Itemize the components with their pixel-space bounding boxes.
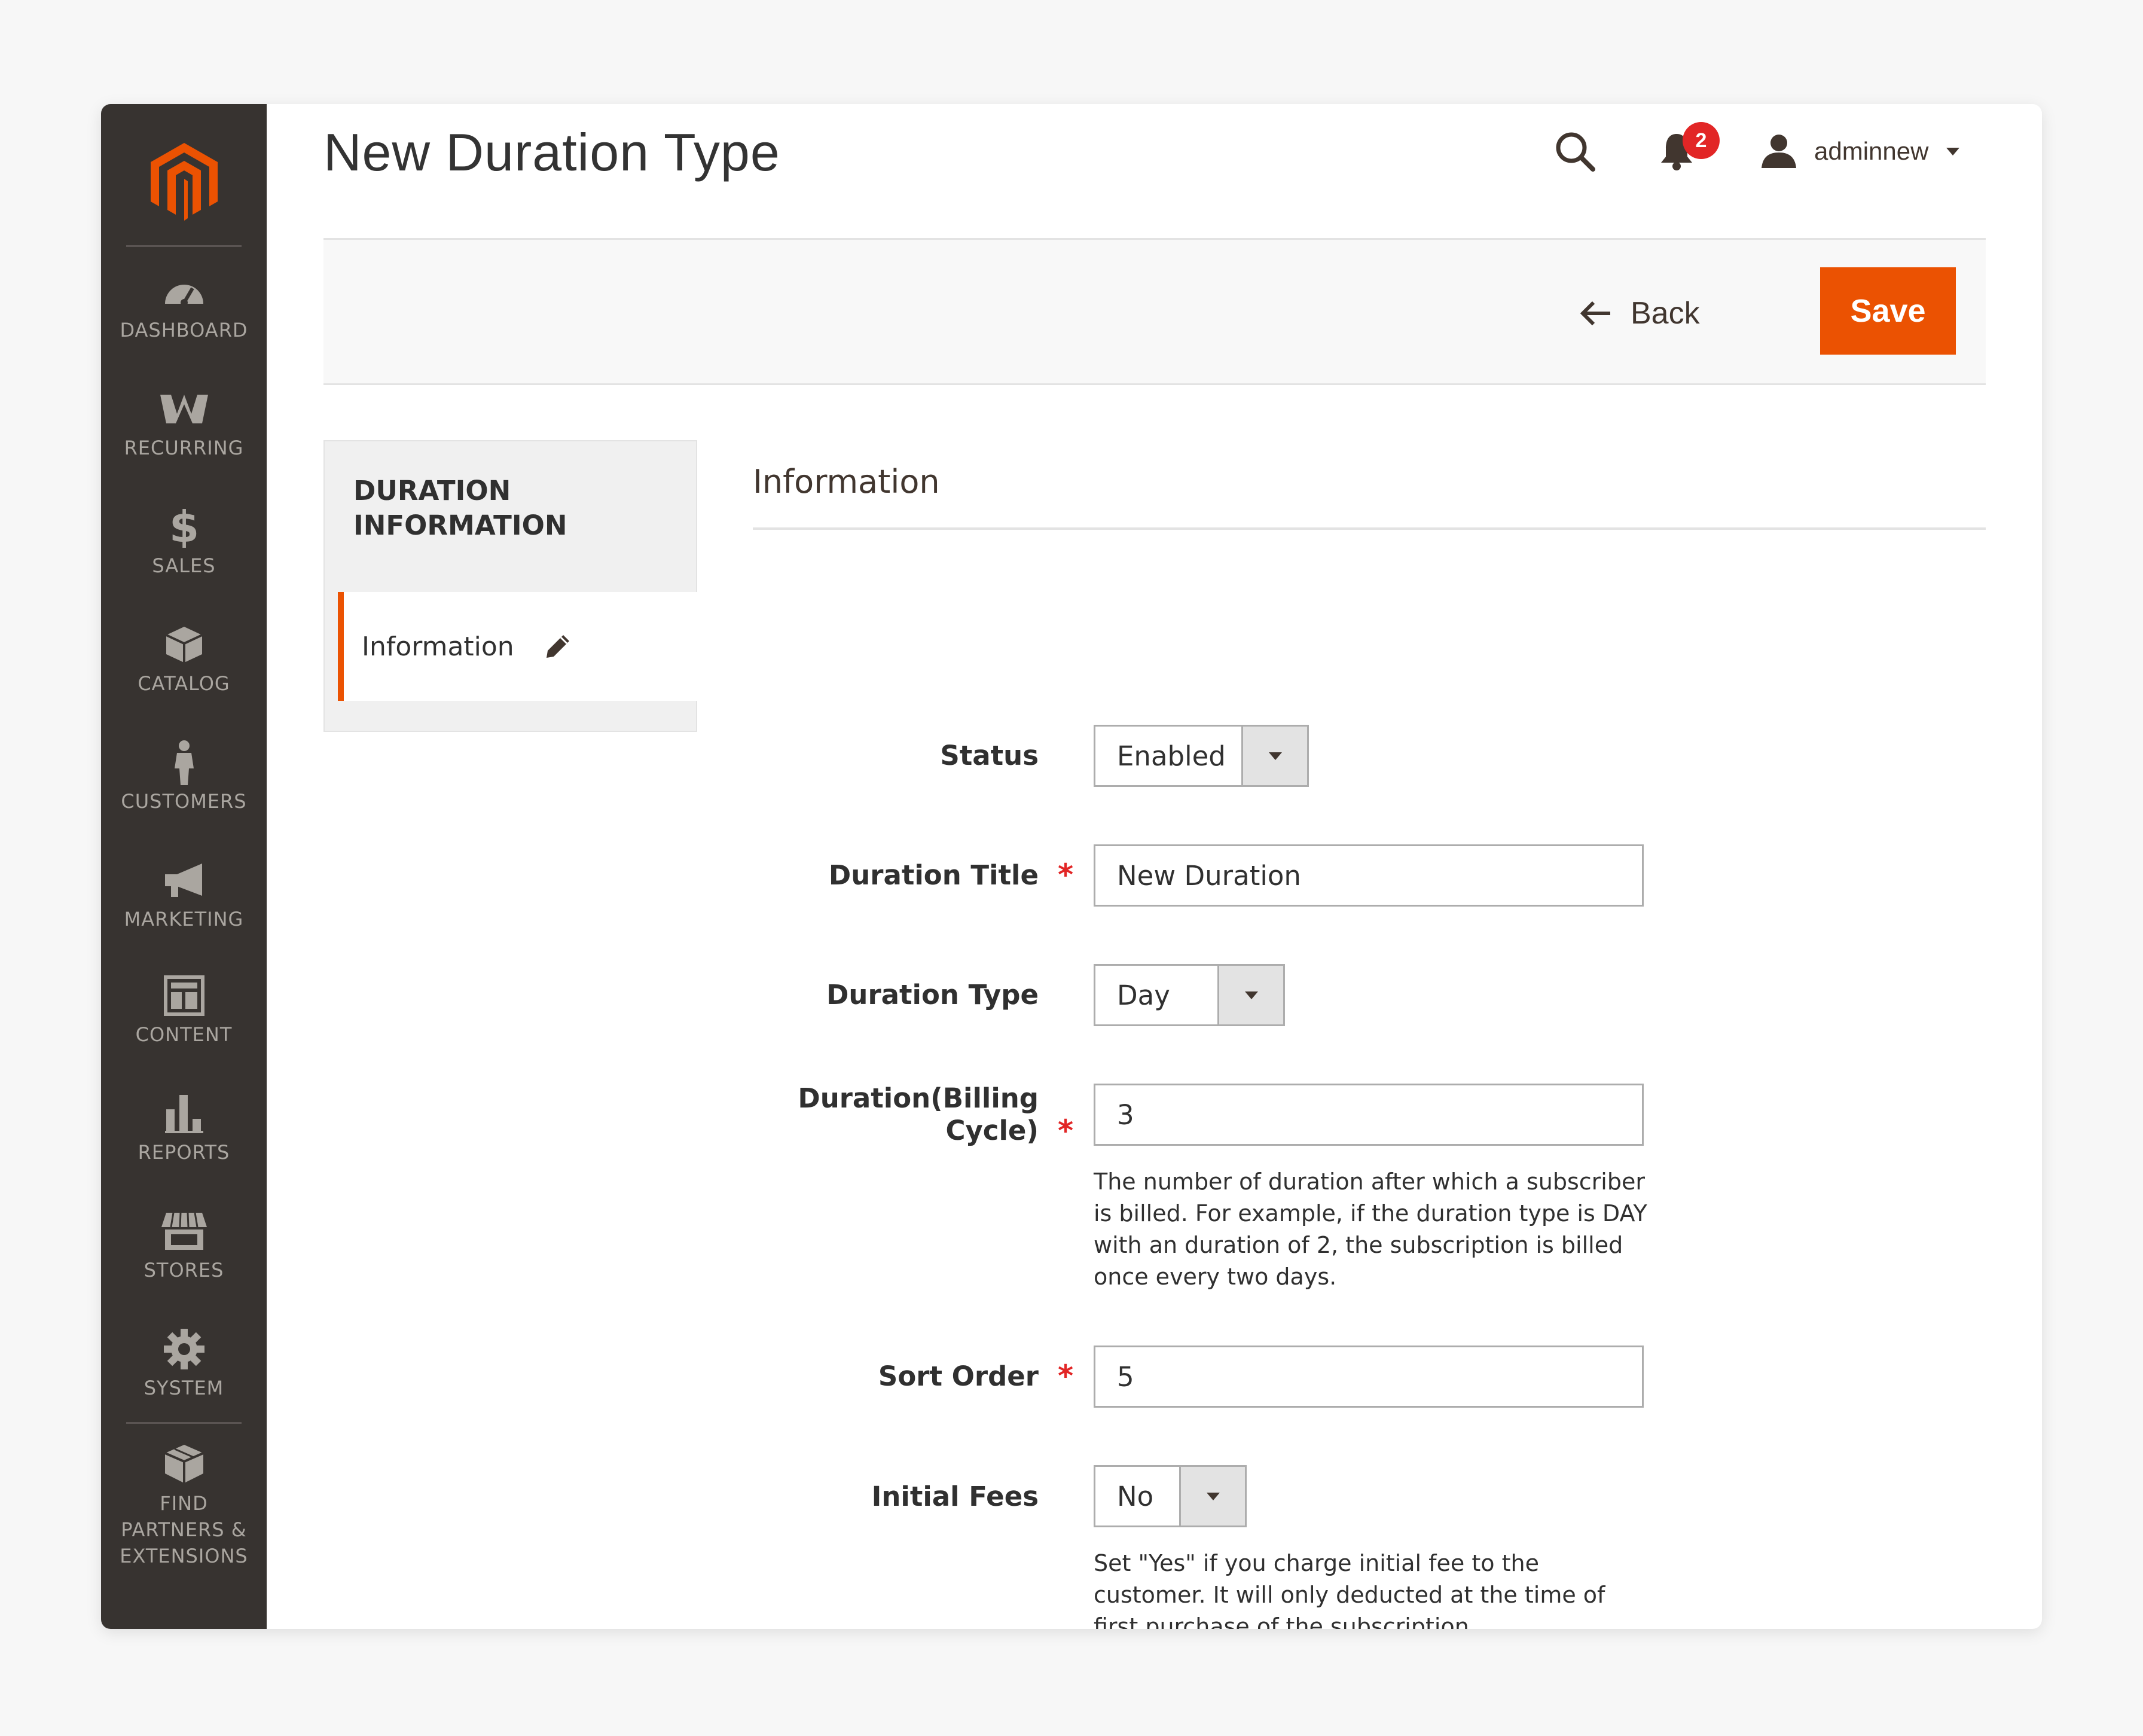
dropdown-arrow-icon bbox=[1179, 1467, 1245, 1526]
required-asterisk: * bbox=[1058, 858, 1074, 892]
nav-label: CONTENT bbox=[135, 1023, 233, 1046]
duration-title-label: Duration Title bbox=[828, 859, 1039, 891]
nav-label: DASHBOARD bbox=[120, 319, 248, 341]
section-divider bbox=[753, 527, 1986, 530]
sort-order-input[interactable] bbox=[1094, 1346, 1644, 1408]
nav-divider bbox=[126, 245, 242, 247]
tab-label: Information bbox=[362, 631, 514, 662]
back-button[interactable]: Back bbox=[1579, 282, 1700, 345]
recurring-icon bbox=[159, 388, 209, 430]
billing-cycle-note: The number of duration after which a sub… bbox=[1094, 1168, 1647, 1290]
nav-label: MARKETING bbox=[124, 908, 244, 930]
admin-window: DASHBOARD RECURRING $ SALES CATALOG CUST… bbox=[101, 104, 2042, 1629]
billing-cycle-label-line2: Cycle) bbox=[945, 1115, 1039, 1146]
dropdown-arrow-icon bbox=[1217, 966, 1283, 1024]
dashboard-gauge-icon bbox=[163, 270, 206, 312]
initial-fees-label: Initial Fees bbox=[871, 1481, 1039, 1512]
nav-label: STORES bbox=[144, 1259, 224, 1282]
back-button-label: Back bbox=[1631, 296, 1700, 331]
tabs-panel: DURATION INFORMATION Information bbox=[323, 440, 697, 732]
magento-logo-icon bbox=[150, 143, 218, 221]
page-title: New Duration Type bbox=[323, 123, 780, 182]
global-search-button[interactable] bbox=[1548, 124, 1602, 178]
tabs-title: DURATION INFORMATION bbox=[353, 475, 567, 541]
nav-item-reports[interactable]: REPORTS bbox=[101, 1093, 267, 1194]
user-account-menu[interactable]: adminnew bbox=[1760, 124, 1961, 178]
nav-item-find-partners[interactable]: FIND PARTNERS & EXTENSIONS bbox=[101, 1444, 267, 1567]
initial-fees-note: Set "Yes" if you charge initial fee to t… bbox=[1094, 1550, 1605, 1629]
nav-label: CUSTOMERS bbox=[121, 790, 247, 813]
nav-item-stores[interactable]: STORES bbox=[101, 1210, 267, 1312]
status-select-value: Enabled bbox=[1117, 740, 1226, 772]
nav-label: RECURRING bbox=[124, 437, 244, 459]
notification-count-badge: 2 bbox=[1683, 122, 1720, 159]
sort-order-label: Sort Order bbox=[878, 1360, 1039, 1392]
nav-item-recurring[interactable]: RECURRING bbox=[101, 388, 267, 490]
page-actions-bar: Back Save bbox=[323, 238, 1986, 385]
cubes-icon bbox=[161, 1444, 207, 1485]
admin-sidebar: DASHBOARD RECURRING $ SALES CATALOG CUST… bbox=[101, 104, 267, 1629]
nav-item-sales[interactable]: $ SALES bbox=[101, 506, 267, 608]
billing-cycle-label: Duration(Billing Cycle) bbox=[798, 1082, 1039, 1147]
arrow-left-icon bbox=[1580, 301, 1610, 326]
nav-label: REPORTS bbox=[138, 1141, 230, 1164]
duration-type-label: Duration Type bbox=[826, 979, 1039, 1011]
gear-icon bbox=[163, 1328, 206, 1370]
nav-item-marketing[interactable]: MARKETING bbox=[101, 859, 267, 961]
svg-text:$: $ bbox=[169, 506, 199, 548]
nav-item-dashboard[interactable]: DASHBOARD bbox=[101, 270, 267, 372]
pencil-icon bbox=[546, 635, 569, 658]
person-icon bbox=[171, 740, 197, 785]
dropdown-arrow-icon bbox=[1241, 727, 1307, 785]
required-asterisk: * bbox=[1058, 1359, 1074, 1393]
section-title: Information bbox=[753, 463, 940, 501]
save-button[interactable]: Save bbox=[1820, 267, 1956, 355]
nav-label: SALES bbox=[152, 554, 216, 577]
duration-type-select[interactable]: Day bbox=[1094, 964, 1285, 1026]
search-icon bbox=[1556, 132, 1595, 172]
username: adminnew bbox=[1814, 137, 1929, 165]
user-icon bbox=[1762, 135, 1796, 168]
box-icon bbox=[165, 624, 203, 666]
nav-label: SYSTEM bbox=[144, 1377, 224, 1399]
nav-item-content[interactable]: CONTENT bbox=[101, 975, 267, 1076]
caret-down-icon bbox=[1946, 148, 1960, 155]
initial-fees-select-value: No bbox=[1117, 1480, 1154, 1512]
bar-chart-icon bbox=[164, 1093, 203, 1134]
nav-label: FIND PARTNERS & EXTENSIONS bbox=[120, 1492, 248, 1567]
nav-item-system[interactable]: SYSTEM bbox=[101, 1328, 267, 1430]
nav-item-customers[interactable]: CUSTOMERS bbox=[101, 740, 267, 843]
billing-cycle-input[interactable] bbox=[1094, 1084, 1644, 1146]
nav-item-catalog[interactable]: CATALOG bbox=[101, 624, 267, 725]
duration-title-input[interactable] bbox=[1094, 844, 1644, 907]
tab-information[interactable]: Information bbox=[338, 592, 697, 701]
status-label: Status bbox=[940, 740, 1039, 771]
initial-fees-select[interactable]: No bbox=[1094, 1465, 1247, 1527]
dollar-icon: $ bbox=[169, 506, 199, 548]
storefront-icon bbox=[160, 1210, 208, 1252]
billing-cycle-label-line1: Duration(Billing bbox=[798, 1082, 1039, 1114]
nav-divider bbox=[126, 1422, 242, 1424]
required-asterisk: * bbox=[1058, 1113, 1074, 1148]
megaphone-icon bbox=[163, 859, 206, 901]
duration-type-select-value: Day bbox=[1117, 979, 1170, 1011]
status-select[interactable]: Enabled bbox=[1094, 725, 1309, 787]
layout-icon bbox=[163, 975, 204, 1017]
magento-logo[interactable] bbox=[101, 134, 267, 230]
nav-label: CATALOG bbox=[138, 672, 230, 695]
